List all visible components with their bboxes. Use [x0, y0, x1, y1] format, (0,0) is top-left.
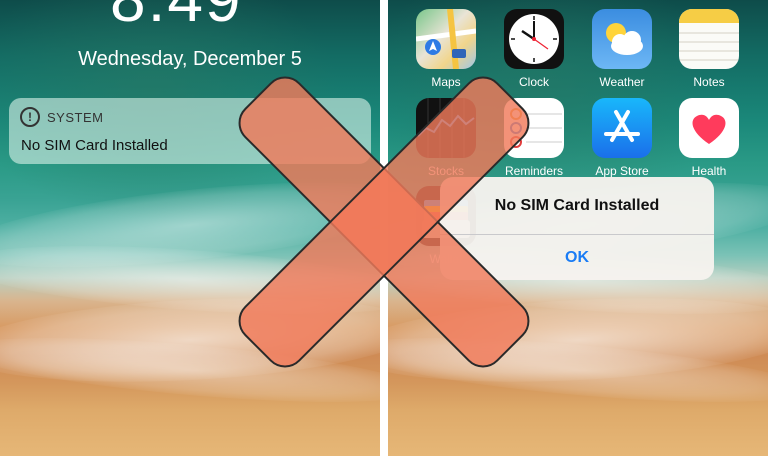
- divider: [380, 0, 388, 456]
- notification-message: No SIM Card Installed: [21, 137, 168, 154]
- exclamation-icon: !: [20, 107, 40, 127]
- clock-icon: [504, 9, 564, 69]
- stocks-icon: [416, 98, 476, 158]
- app-label: Reminders: [504, 164, 564, 178]
- app-label: Clock: [518, 75, 549, 89]
- no-sim-alert: No SIM Card Installed OK: [440, 177, 714, 280]
- notification-app-name: SYSTEM: [47, 110, 104, 125]
- app-maps[interactable]: Maps: [415, 9, 477, 89]
- alert-title: No SIM Card Installed: [494, 197, 660, 214]
- app-weather[interactable]: Weather: [591, 9, 653, 89]
- ok-button[interactable]: OK: [440, 235, 714, 280]
- app-label: Health: [691, 164, 727, 178]
- app-clock[interactable]: Clock: [503, 9, 565, 89]
- health-icon: [679, 98, 739, 158]
- app-app-store[interactable]: App Store: [591, 98, 653, 178]
- app-notes[interactable]: Notes: [678, 9, 740, 89]
- app-label: Notes: [693, 75, 725, 89]
- weather-icon: [592, 9, 652, 69]
- app-stocks[interactable]: Stocks: [415, 98, 477, 178]
- notes-icon: [679, 9, 739, 69]
- lock-date: Wednesday, December 5: [78, 48, 302, 70]
- app-label: Weather: [599, 75, 645, 89]
- app-store-icon: [592, 98, 652, 158]
- app-label: Stocks: [427, 164, 464, 178]
- maps-icon: [416, 9, 476, 69]
- system-notification[interactable]: ! SYSTEM No SIM Card Installed: [9, 98, 371, 164]
- lock-screen: 8:49 Wednesday, December 5 ! SYSTEM No S…: [0, 0, 380, 456]
- app-reminders[interactable]: Reminders: [503, 98, 565, 178]
- lock-time: 8:49: [110, 0, 243, 36]
- app-health[interactable]: Health: [678, 98, 740, 178]
- reminders-icon: [504, 98, 564, 158]
- app-label: Maps: [431, 75, 461, 89]
- app-label: App Store: [595, 164, 649, 178]
